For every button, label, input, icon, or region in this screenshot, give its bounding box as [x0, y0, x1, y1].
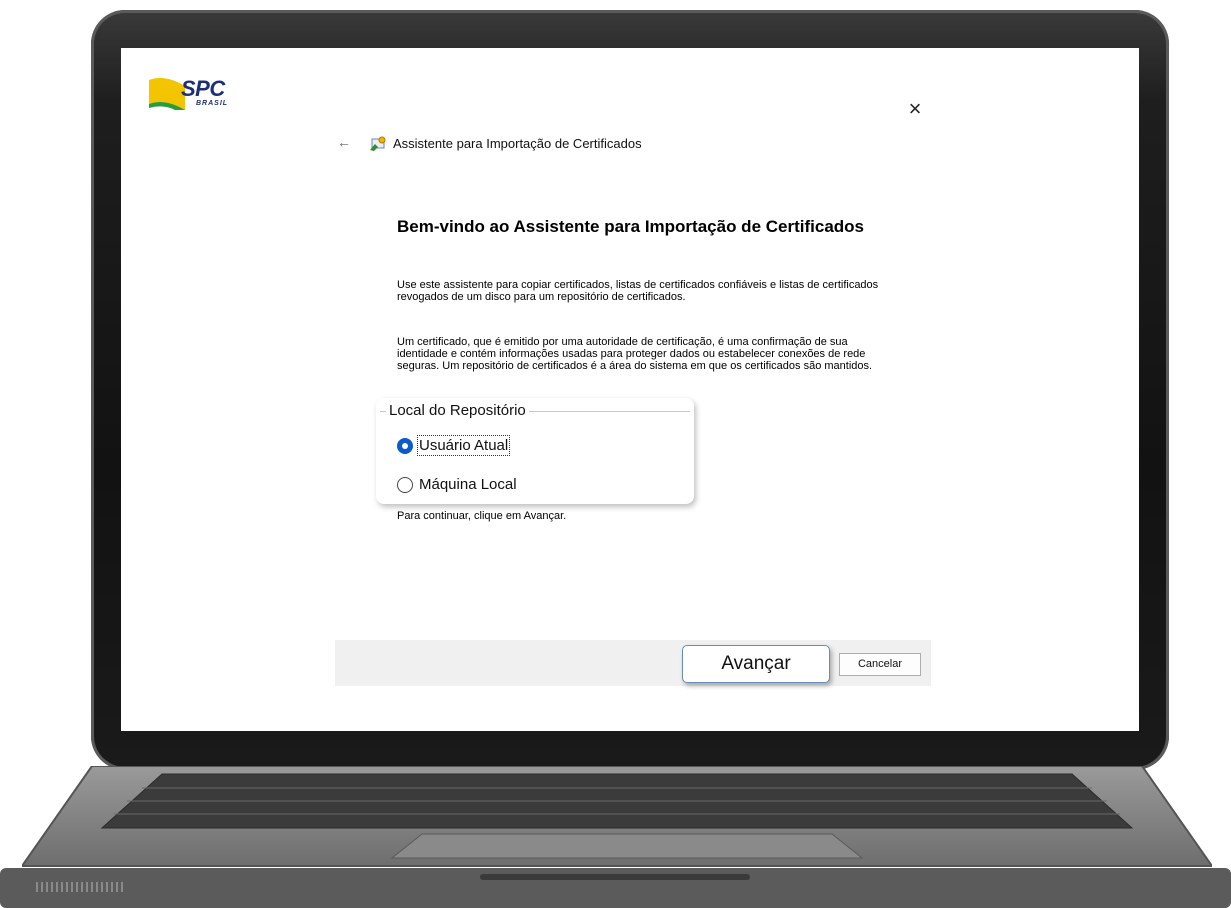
cancel-button[interactable]: Cancelar: [839, 653, 921, 676]
continue-hint: Para continuar, clique em Avançar.: [397, 510, 567, 522]
certificate-wizard-icon: [370, 136, 386, 151]
store-location-group: Local do Repositório Usuário Atual Máqui…: [376, 398, 694, 504]
group-label: Local do Repositório: [386, 402, 529, 419]
laptop-screen: SPC BRASIL × ← Assistente para Importaçã…: [121, 48, 1139, 731]
radio-label-local-machine: Máquina Local: [419, 476, 517, 493]
next-button[interactable]: Avançar: [682, 645, 830, 683]
radio-label-current-user: Usuário Atual: [416, 435, 511, 456]
radio-local-machine[interactable]: Máquina Local: [397, 476, 517, 493]
radio-unselected-icon[interactable]: [397, 476, 413, 493]
wizard-title: Assistente para Importação de Certificad…: [393, 136, 642, 151]
back-arrow-icon[interactable]: ←: [337, 134, 351, 150]
intro-paragraph: Use este assistente para copiar certific…: [397, 279, 879, 303]
radio-selected-icon[interactable]: [397, 437, 413, 454]
laptop-base: [0, 868, 1231, 908]
radio-current-user[interactable]: Usuário Atual: [397, 435, 511, 456]
logo-subtext: BRASIL: [196, 100, 229, 107]
laptop-keyboard-deck: [22, 766, 1212, 867]
close-icon[interactable]: ×: [904, 98, 926, 120]
logo-text: SPC: [181, 76, 225, 101]
description-paragraph: Um certificado, que é emitido por uma au…: [397, 336, 873, 372]
page-heading: Bem-vindo ao Assistente para Importação …: [397, 217, 864, 236]
